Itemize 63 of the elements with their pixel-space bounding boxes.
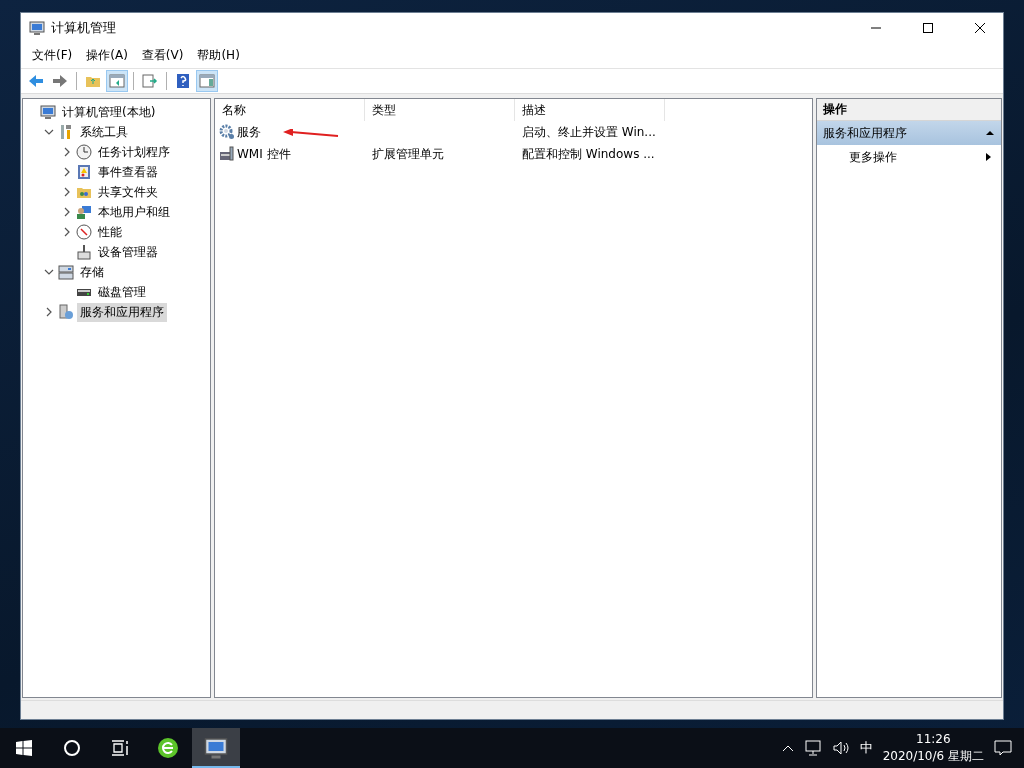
tree-item[interactable]: 共享文件夹	[95, 182, 161, 202]
tree-item[interactable]: 磁盘管理	[95, 282, 149, 302]
input-method-indicator[interactable]: 中	[859, 739, 873, 757]
tree-item[interactable]: 任务计划程序	[95, 142, 173, 162]
speaker-icon[interactable]	[831, 740, 850, 756]
table-cell: 启动、终止并设置 Win...	[522, 123, 656, 141]
menu-item[interactable]: 文件(F)	[25, 47, 80, 64]
users-icon	[76, 204, 92, 220]
search-icon	[63, 739, 81, 757]
arrow-annotation	[283, 128, 339, 139]
storage-icon	[58, 264, 74, 280]
tools-icon	[58, 124, 74, 140]
chevron-up-icon[interactable]	[781, 744, 794, 752]
toolbar-button[interactable]	[196, 70, 218, 92]
tree-item[interactable]: 服务和应用程序	[77, 302, 167, 322]
task-view-icon	[111, 740, 129, 756]
forward-arrow-icon	[52, 74, 68, 88]
folder-up-icon	[85, 74, 101, 88]
actions-title: 操作	[823, 101, 847, 118]
tree-item[interactable]: 事件查看器	[95, 162, 161, 182]
tree-item[interactable]: 计算机管理(本地)	[59, 102, 159, 122]
actions-section-header[interactable]: 服务和应用程序	[817, 121, 1001, 145]
taskbar-button[interactable]	[192, 728, 240, 768]
close-icon	[975, 23, 985, 33]
tree-item[interactable]: 本地用户和组	[95, 202, 173, 222]
services-icon	[58, 304, 74, 320]
windows-logo-icon	[16, 740, 32, 756]
show-action-pane-icon	[199, 74, 215, 88]
window-title: 计算机管理	[51, 19, 117, 37]
column-header[interactable]: 类型	[365, 99, 515, 121]
tree-item[interactable]: 系统工具	[77, 122, 131, 142]
action-item[interactable]: 更多操作	[817, 145, 1001, 169]
computer-icon	[204, 736, 228, 760]
maximize-icon	[923, 23, 933, 33]
clock-icon	[76, 144, 92, 160]
device-icon	[76, 244, 92, 260]
tree-item[interactable]: 性能	[95, 222, 125, 242]
back-arrow-icon	[28, 74, 44, 88]
column-header[interactable]: 描述	[515, 99, 665, 121]
gear-icon	[219, 124, 235, 140]
notification-icon[interactable]	[994, 740, 1012, 756]
list-item-name[interactable]: WMI 控件	[237, 145, 291, 163]
computer-icon	[29, 20, 45, 36]
export-list-icon	[142, 74, 158, 88]
table-cell: 扩展管理单元	[372, 145, 444, 163]
clock[interactable]: 11:26 2020/10/6 星期二	[882, 731, 984, 765]
network-icon[interactable]	[803, 740, 822, 756]
computer-icon	[40, 104, 56, 120]
menu-item[interactable]: 查看(V)	[134, 47, 191, 64]
tree-item[interactable]: 设备管理器	[95, 242, 161, 262]
event-log-icon	[76, 164, 92, 180]
wmi-control-icon	[219, 146, 235, 162]
menu-item[interactable]: 操作(A)	[79, 47, 135, 64]
gauge-icon	[76, 224, 92, 240]
help-icon	[176, 73, 190, 89]
table-cell: 配置和控制 Windows ...	[522, 145, 655, 163]
browser-icon	[157, 737, 179, 759]
menu-item[interactable]: 帮助(H)	[190, 47, 247, 64]
column-header[interactable]: 名称	[215, 99, 365, 121]
tree-item[interactable]: 存储	[77, 262, 107, 282]
submenu-caret-icon	[983, 152, 993, 162]
list-item-name[interactable]: 服务	[237, 123, 261, 141]
show-tree-icon	[109, 74, 125, 88]
